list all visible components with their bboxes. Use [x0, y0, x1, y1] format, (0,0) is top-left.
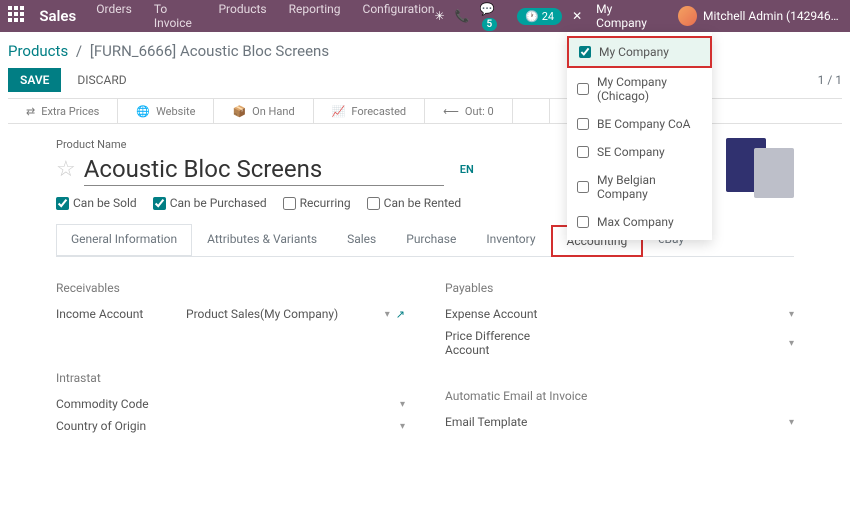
product-image[interactable] — [714, 138, 794, 202]
company-checkbox[interactable] — [579, 46, 591, 58]
commodity-code-field: Commodity Code ▾ — [56, 393, 405, 415]
stat-out[interactable]: ⟵ Out: 0 — [425, 99, 513, 123]
commodity-code-label: Commodity Code — [56, 397, 186, 411]
nav-orders[interactable]: Orders — [96, 2, 132, 30]
expense-account-field: Expense Account ▾ — [445, 303, 794, 325]
company-option[interactable]: My Belgian Company — [567, 166, 712, 208]
pagination: 1 / 1 — [818, 73, 842, 87]
username[interactable]: Mitchell Admin (1429464... — [703, 9, 842, 23]
favorite-star-icon[interactable]: ☆ — [56, 157, 76, 182]
chat-icon[interactable]: 💬5 — [480, 2, 508, 30]
expense-account-value[interactable]: ▾ — [575, 309, 794, 320]
company-checkbox[interactable] — [577, 118, 589, 130]
price-diff-label: Price Difference Account — [445, 329, 575, 357]
chat-badge: 5 — [482, 18, 498, 31]
breadcrumb-sep: / — [76, 42, 82, 60]
stat-on-hand[interactable]: 📦 On Hand — [214, 99, 313, 123]
stat-website[interactable]: 🌐 Website — [118, 99, 214, 123]
nav-to-invoice[interactable]: To Invoice — [154, 2, 197, 30]
tab-inventory[interactable]: Inventory — [471, 224, 550, 256]
check-sold[interactable]: Can be Sold — [56, 196, 137, 210]
nav-reporting[interactable]: Reporting — [289, 2, 341, 30]
company-option[interactable]: Max Company — [567, 208, 712, 236]
company-option[interactable]: BE Company CoA — [567, 110, 712, 138]
nav-configuration[interactable]: Configuration — [363, 2, 435, 30]
country-origin-label: Country of Origin — [56, 419, 186, 433]
chevron-down-icon: ▾ — [789, 417, 794, 428]
income-account-value[interactable]: Product Sales(My Company) ▾ ↗ — [186, 307, 405, 321]
discard-button[interactable]: DISCARD — [65, 68, 138, 92]
company-option[interactable]: SE Company — [567, 138, 712, 166]
tab-attributes[interactable]: Attributes & Variants — [192, 224, 332, 256]
company-dropdown: My Company My Company (Chicago) BE Compa… — [567, 32, 712, 240]
email-template-label: Email Template — [445, 415, 575, 429]
breadcrumb: Products / [FURN_6666] Acoustic Bloc Scr… — [0, 32, 850, 64]
chevron-down-icon: ▾ — [400, 399, 405, 410]
country-origin-field: Country of Origin ▾ — [56, 415, 405, 437]
chevron-down-icon: ▾ — [400, 421, 405, 432]
company-checkbox[interactable] — [577, 83, 589, 95]
product-name-input[interactable] — [84, 153, 444, 186]
price-diff-value[interactable]: ▾ — [575, 338, 794, 349]
form-area: Product Name ☆ EN Can be Sold Can be Pur… — [0, 124, 850, 451]
external-link-icon[interactable]: ↗ — [396, 308, 405, 321]
check-purchased[interactable]: Can be Purchased — [153, 196, 267, 210]
expense-account-label: Expense Account — [445, 307, 575, 321]
company-selector[interactable]: My Company — [596, 2, 664, 30]
company-checkbox[interactable] — [577, 146, 589, 158]
timer-icon[interactable]: 🕐24 — [517, 8, 562, 25]
accounting-pane: Receivables Income Account Product Sales… — [56, 257, 794, 451]
check-recurring[interactable]: Recurring — [283, 196, 351, 210]
check-rented[interactable]: Can be Rented — [367, 196, 461, 210]
brand: Sales — [39, 7, 76, 25]
tab-purchase[interactable]: Purchase — [391, 224, 471, 256]
email-template-field: Email Template ▾ — [445, 411, 794, 433]
email-template-value[interactable]: ▾ — [575, 417, 794, 428]
nav-products[interactable]: Products — [218, 2, 266, 30]
payables-heading: Payables — [445, 281, 794, 295]
income-account-label: Income Account — [56, 307, 186, 321]
avatar[interactable] — [678, 6, 697, 26]
stat-forecasted[interactable]: 📈 Forecasted — [314, 99, 425, 123]
lang-badge[interactable]: EN — [460, 163, 474, 176]
chevron-down-icon: ▾ — [385, 309, 390, 320]
top-nav: Orders To Invoice Products Reporting Con… — [96, 2, 434, 30]
chevron-down-icon: ▾ — [789, 338, 794, 349]
country-origin-value[interactable]: ▾ — [186, 421, 405, 432]
save-button[interactable]: SAVE — [8, 68, 61, 92]
auto-email-heading: Automatic Email at Invoice — [445, 389, 794, 403]
stat-extra-prices[interactable]: ⇄ Extra Prices — [8, 99, 118, 123]
tab-general[interactable]: General Information — [56, 224, 192, 256]
breadcrumb-root[interactable]: Products — [8, 42, 68, 60]
company-checkbox[interactable] — [577, 216, 589, 228]
company-option[interactable]: My Company — [567, 36, 712, 68]
close-icon[interactable]: ✕ — [572, 9, 582, 23]
price-diff-field: Price Difference Account ▾ — [445, 325, 794, 361]
stat-extra[interactable] — [513, 99, 550, 123]
intrastat-heading: Intrastat — [56, 371, 405, 385]
actions-row: SAVE DISCARD 1 / 1 — [0, 64, 850, 98]
company-checkbox[interactable] — [577, 181, 589, 193]
stat-bar: ⇄ Extra Prices 🌐 Website 📦 On Hand 📈 For… — [8, 98, 842, 124]
apps-icon[interactable] — [8, 6, 27, 26]
bug-icon[interactable]: ✳ — [435, 9, 445, 23]
company-option[interactable]: My Company (Chicago) — [567, 68, 712, 110]
tab-sales[interactable]: Sales — [332, 224, 391, 256]
breadcrumb-current: [FURN_6666] Acoustic Bloc Screens — [90, 42, 329, 60]
status-icons: ✳ 📞 💬5 🕐24 ✕ — [435, 2, 583, 30]
chevron-down-icon: ▾ — [789, 309, 794, 320]
income-account-field: Income Account Product Sales(My Company)… — [56, 303, 405, 325]
topbar: Sales Orders To Invoice Products Reporti… — [0, 0, 850, 32]
phone-icon[interactable]: 📞 — [455, 9, 470, 23]
receivables-heading: Receivables — [56, 281, 405, 295]
commodity-code-value[interactable]: ▾ — [186, 399, 405, 410]
